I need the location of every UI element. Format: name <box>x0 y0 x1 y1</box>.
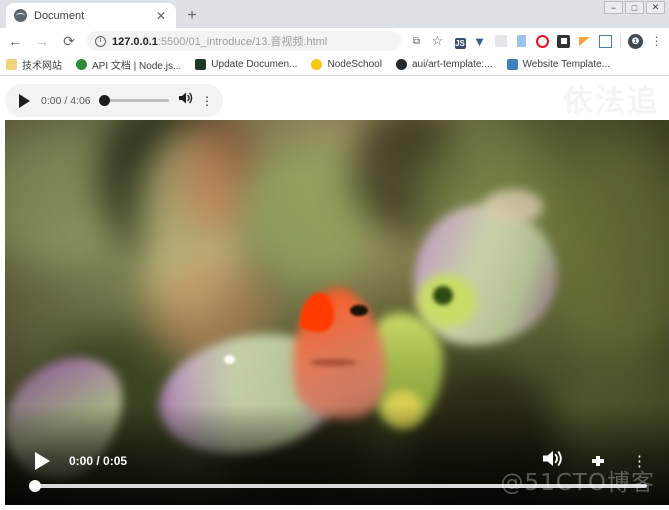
bookmark-item[interactable]: 技术网站 <box>6 57 62 72</box>
browser-window: Document ✕ + − □ ✕ ← → ⟳ 127.0.0.1:5500/… <box>0 0 669 510</box>
tab-bar: Document ✕ + − □ ✕ <box>0 0 669 28</box>
website-template-icon <box>506 59 518 70</box>
video-volume-icon[interactable] <box>542 449 564 473</box>
info-circle-icon[interactable] <box>95 35 106 47</box>
close-window-button[interactable]: ✕ <box>646 1 665 14</box>
extension-dark-square-icon[interactable] <box>554 32 573 51</box>
globe-icon <box>14 9 27 22</box>
url-text: 127.0.0.1:5500/01_introduce/13.音视频.html <box>112 33 327 49</box>
bookmark-item[interactable]: aui/art-template:... <box>395 59 493 70</box>
bookmarks-bar: 技术网站 API 文档 | Node.js... Update Documen.… <box>0 54 669 76</box>
page-content: 依法追 0:00 / 4:06 ⋮ @51CTO博客 0:00 / 0:05 ⋮ <box>0 76 669 510</box>
minimize-button[interactable]: − <box>604 1 623 14</box>
avatar[interactable]: ❶ <box>626 32 645 51</box>
window-controls: − □ ✕ <box>604 1 665 14</box>
bookmark-label: API 文档 | Node.js... <box>92 61 182 72</box>
bookmark-item[interactable]: Update Documen... <box>195 59 297 70</box>
bookmark-star-icon[interactable]: ☆ <box>428 32 447 51</box>
bookmark-item[interactable]: NodeSchool <box>311 59 382 70</box>
video-player[interactable]: @51CTO博客 0:00 / 0:05 ⋮ <box>5 120 669 505</box>
forward-button[interactable]: → <box>30 29 54 53</box>
back-button[interactable]: ← <box>3 29 27 53</box>
audio-play-button[interactable] <box>19 93 30 108</box>
bookmark-item[interactable]: Website Template... <box>506 59 610 70</box>
bookmark-item[interactable]: API 文档 | Node.js... <box>76 57 181 72</box>
nodeschool-icon <box>311 59 323 70</box>
page-watermark: 依法追 <box>563 84 659 119</box>
close-icon[interactable]: ✕ <box>154 9 168 23</box>
volume-high-icon[interactable] <box>178 91 194 110</box>
video-progress-slider[interactable] <box>29 480 647 492</box>
extension-blue-icon[interactable] <box>512 32 531 51</box>
address-bar[interactable]: 127.0.0.1:5500/01_introduce/13.音视频.html <box>87 31 401 51</box>
audio-progress-knob[interactable] <box>98 95 110 106</box>
share-icon[interactable]: ⧉ <box>407 32 426 51</box>
toolbar-divider <box>620 34 621 48</box>
browser-menu-button[interactable]: ⋮ <box>647 32 666 51</box>
bookmark-label: Update Documen... <box>211 59 298 70</box>
audio-progress-slider[interactable] <box>98 95 169 106</box>
bookmark-label: Website Template... <box>522 59 610 70</box>
video-frame-image <box>5 120 669 505</box>
browser-tab-document[interactable]: Document ✕ <box>6 3 176 28</box>
extension-vue-icon[interactable]: ▼ <box>470 32 489 51</box>
nodejs-icon <box>76 59 87 70</box>
tab-title: Document <box>34 9 85 22</box>
folder-icon <box>6 59 17 70</box>
bookmark-label: NodeSchool <box>327 59 382 70</box>
reload-button[interactable]: ⟳ <box>57 29 81 53</box>
toolbar-icons: ⧉ ☆ JS ▼ ❶ ⋮ <box>407 32 669 51</box>
navigation-bar: ← → ⟳ 127.0.0.1:5500/01_introduce/13.音视频… <box>0 28 669 54</box>
extension-grid-icon[interactable] <box>596 32 615 51</box>
audio-time-display: 0:00 / 4:06 <box>41 94 91 107</box>
extension-orange-icon[interactable] <box>575 32 594 51</box>
audio-player[interactable]: 0:00 / 4:06 ⋮ <box>5 84 223 117</box>
document-icon <box>195 59 207 70</box>
new-tab-button[interactable]: + <box>182 6 202 26</box>
bookmark-label: 技术网站 <box>22 61 62 72</box>
url-path: :5500/01_introduce/13.音视频.html <box>157 36 328 48</box>
video-progress-knob[interactable] <box>29 480 41 492</box>
github-icon <box>395 59 407 70</box>
video-menu-button[interactable]: ⋮ <box>632 454 647 469</box>
audio-menu-button[interactable]: ⋮ <box>201 95 213 107</box>
extension-grey-icon[interactable] <box>491 32 510 51</box>
bookmark-label: aui/art-template:... <box>411 59 493 70</box>
extension-javascript-icon[interactable]: JS <box>449 32 468 51</box>
url-host: 127.0.0.1 <box>112 36 158 48</box>
maximize-button[interactable]: □ <box>625 1 644 14</box>
extension-opera-icon[interactable] <box>533 32 552 51</box>
